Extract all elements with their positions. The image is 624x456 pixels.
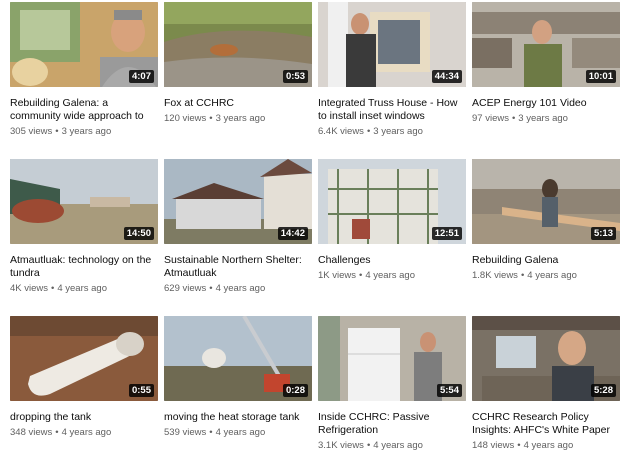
video-thumbnail[interactable]: 12:51	[318, 159, 466, 244]
video-title[interactable]: Rebuilding Galena	[472, 254, 620, 267]
video-card[interactable]: 5:13 Rebuilding Galena 1.8K views • 4 year…	[472, 159, 620, 282]
video-thumbnail[interactable]: 14:50	[10, 159, 158, 244]
video-duration: 14:50	[123, 227, 154, 240]
video-card[interactable]: 0:55 dropping the tank 348 views • 4 years…	[10, 316, 158, 439]
video-duration: 44:34	[431, 70, 462, 83]
video-duration: 5:28	[590, 384, 616, 397]
video-thumbnail[interactable]: 0:55	[10, 316, 158, 401]
video-thumbnail[interactable]: 14:42	[164, 159, 312, 244]
view-count: 97 views	[472, 113, 509, 124]
view-count: 1K views	[318, 270, 357, 281]
video-duration: 12:51	[431, 227, 462, 240]
video-title[interactable]: ACEP Energy 101 Video	[472, 97, 620, 110]
video-duration: 5:54	[436, 384, 462, 397]
view-count: 305 views	[10, 126, 53, 137]
video-card[interactable]: 10:01 ACEP Energy 101 Video 97 views • 3 y…	[472, 2, 620, 125]
video-meta: 4K views • 4 years ago	[10, 283, 107, 294]
video-meta: 1.8K views • 4 years ago	[472, 270, 577, 281]
upload-age: 4 years ago	[365, 270, 415, 281]
video-title[interactable]: Challenges	[318, 254, 466, 267]
video-title[interactable]: Integrated Truss House - How to install …	[318, 97, 466, 123]
video-meta: 629 views • 4 years ago	[164, 283, 266, 294]
video-duration: 4:07	[128, 70, 154, 83]
video-meta: 148 views • 4 years ago	[472, 440, 574, 451]
view-count: 629 views	[164, 283, 207, 294]
video-duration: 0:53	[282, 70, 308, 83]
video-thumbnail[interactable]: 5:28	[472, 316, 620, 401]
video-thumbnail[interactable]: 4:07	[10, 2, 158, 87]
video-title[interactable]: moving the heat storage tank	[164, 411, 312, 424]
video-card[interactable]: 5:54 Inside CCHRC: Passive Refrigeration…	[318, 316, 466, 452]
video-card[interactable]: 12:51 Challenges 1K views • 4 years ago	[318, 159, 466, 282]
upload-age: 4 years ago	[61, 427, 112, 438]
video-card[interactable]: 0:53 Fox at CCHRC 120 views • 3 years ago	[164, 2, 312, 125]
video-meta: 305 views • 3 years ago	[10, 126, 112, 137]
video-meta: 348 views • 4 years ago	[10, 427, 112, 438]
upload-age: 3 years ago	[373, 126, 423, 137]
video-title[interactable]: Atmautluak: technology on the tundra	[10, 254, 158, 280]
video-meta: 3.1K views • 4 years ago	[318, 440, 423, 451]
upload-age: 4 years ago	[57, 283, 107, 294]
upload-age: 3 years ago	[61, 126, 112, 137]
view-count: 6.4K views	[318, 126, 364, 137]
video-thumbnail[interactable]: 44:34	[318, 2, 466, 87]
view-count: 3.1K views	[318, 440, 364, 451]
view-count: 120 views	[164, 113, 207, 124]
video-duration: 10:01	[585, 70, 616, 83]
video-thumbnail[interactable]: 5:54	[318, 316, 466, 401]
upload-age: 4 years ago	[527, 270, 577, 281]
video-card[interactable]: 44:34 Integrated Truss House - How to in…	[318, 2, 466, 138]
upload-age: 3 years ago	[215, 113, 266, 124]
video-title[interactable]: Fox at CCHRC	[164, 97, 312, 110]
video-duration: 0:55	[128, 384, 154, 397]
video-card[interactable]: 0:28 moving the heat storage tank 539 vi…	[164, 316, 312, 439]
video-card[interactable]: 5:28 CCHRC Research Policy Insights: AHF…	[472, 316, 620, 452]
video-title[interactable]: Inside CCHRC: Passive Refrigeration	[318, 411, 466, 437]
upload-age: 4 years ago	[215, 427, 266, 438]
view-count: 348 views	[10, 427, 53, 438]
video-grid: 4:07 Rebuilding Galena: a community wide…	[0, 0, 624, 456]
video-title[interactable]: CCHRC Research Policy Insights: AHFC's W…	[472, 411, 620, 437]
video-meta: 1K views • 4 years ago	[318, 270, 415, 281]
video-card[interactable]: 14:50 Atmautluak: technology on the tund…	[10, 159, 158, 295]
video-title[interactable]: Sustainable Northern Shelter: Atmautluak	[164, 254, 312, 280]
view-count: 1.8K views	[472, 270, 518, 281]
view-count: 4K views	[10, 283, 49, 294]
video-meta: 120 views • 3 years ago	[164, 113, 266, 124]
view-count: 539 views	[164, 427, 207, 438]
upload-age: 3 years ago	[518, 113, 568, 124]
upload-age: 4 years ago	[523, 440, 574, 451]
video-title[interactable]: Rebuilding Galena: a community wide appr…	[10, 97, 158, 123]
video-thumbnail[interactable]: 10:01	[472, 2, 620, 87]
video-card[interactable]: 14:42 Sustainable Northern Shelter: Atma…	[164, 159, 312, 295]
upload-age: 4 years ago	[373, 440, 423, 451]
video-thumbnail[interactable]: 0:28	[164, 316, 312, 401]
video-duration: 0:28	[282, 384, 308, 397]
video-duration: 14:42	[277, 227, 308, 240]
video-meta: 6.4K views • 3 years ago	[318, 126, 423, 137]
video-meta: 97 views • 3 years ago	[472, 113, 568, 124]
video-card[interactable]: 4:07 Rebuilding Galena: a community wide…	[10, 2, 158, 138]
video-meta: 539 views • 4 years ago	[164, 427, 266, 438]
video-thumbnail[interactable]: 5:13	[472, 159, 620, 244]
video-duration: 5:13	[590, 227, 616, 240]
upload-age: 4 years ago	[215, 283, 266, 294]
video-thumbnail[interactable]: 0:53	[164, 2, 312, 87]
video-title[interactable]: dropping the tank	[10, 411, 158, 424]
view-count: 148 views	[472, 440, 515, 451]
